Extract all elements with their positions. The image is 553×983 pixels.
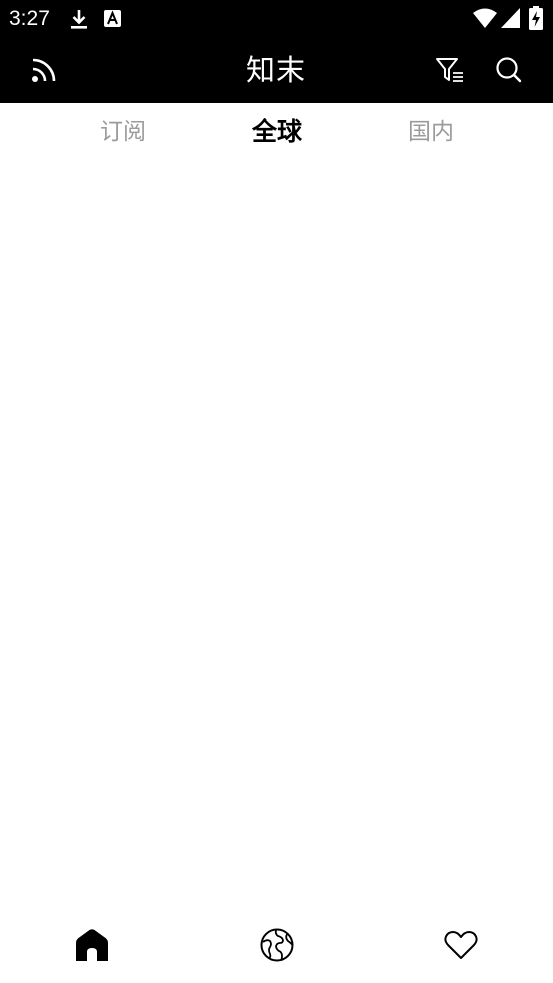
- heart-icon: [444, 931, 478, 959]
- filter-button[interactable]: [428, 48, 472, 92]
- home-icon: [76, 929, 108, 961]
- rss-feed-icon: [32, 58, 56, 82]
- tab-subscriptions[interactable]: 订阅: [63, 115, 183, 149]
- globe-icon: [260, 928, 294, 962]
- nav-favorites-button[interactable]: [437, 921, 485, 969]
- rss-feed-button[interactable]: [22, 48, 66, 92]
- tab-bar: 订阅 全球 国内: [0, 103, 553, 163]
- bottom-navigation: [0, 903, 553, 983]
- feed-content-area[interactable]: [0, 163, 553, 903]
- nav-explore-button[interactable]: [253, 921, 301, 969]
- tab-domestic[interactable]: 国内: [371, 115, 491, 149]
- search-button[interactable]: [487, 48, 531, 92]
- download-icon: [71, 10, 87, 29]
- filter-list-icon: [436, 58, 463, 82]
- status-time: 3:27: [9, 7, 50, 30]
- tab-global[interactable]: 全球: [217, 115, 337, 149]
- battery-charging-icon: [529, 6, 543, 30]
- wifi-icon: [473, 8, 497, 28]
- search-icon: [496, 57, 522, 83]
- cell-signal-icon: [501, 8, 520, 28]
- nav-home-button[interactable]: [68, 921, 116, 969]
- app-bar: 知末: [0, 38, 553, 103]
- status-bar: 3:27: [0, 0, 553, 38]
- a-notification-icon: [104, 10, 121, 27]
- app-title: 知末: [245, 53, 306, 87]
